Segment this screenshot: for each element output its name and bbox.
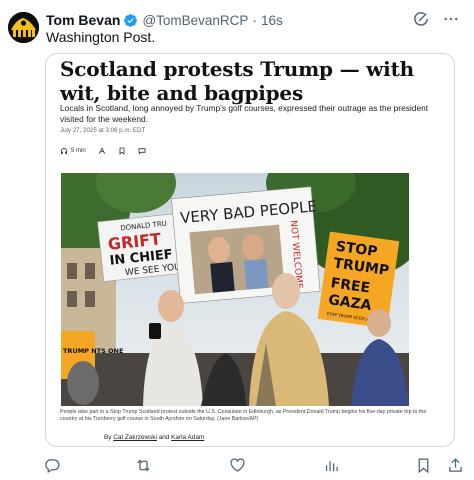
avatar[interactable]: [8, 12, 39, 43]
article-date: July 27, 2025 at 3:06 p.m. EDT: [60, 127, 146, 134]
verified-badge-icon: [124, 13, 138, 27]
separator-dot: ·: [252, 12, 257, 28]
author-link-1[interactable]: Cat Zakrzewski: [113, 434, 157, 441]
author-link-2[interactable]: Karla Adam: [171, 434, 204, 441]
gift-share-icon[interactable]: [98, 147, 106, 155]
like-icon[interactable]: [229, 457, 246, 474]
author-handle[interactable]: @TomBevanRCP: [142, 13, 248, 28]
repost-icon[interactable]: [135, 457, 152, 474]
article-toolbar: 5 min: [60, 147, 146, 155]
timestamp[interactable]: 16s: [261, 13, 283, 28]
tweet-header: Tom Bevan @TomBevanRCP · 16s: [46, 10, 460, 30]
article-card[interactable]: Scotland protests Trump — with wit, bite…: [45, 53, 455, 447]
listen-button[interactable]: 5 min: [60, 147, 86, 155]
byline-and: and: [158, 434, 170, 441]
article-dek: Locals in Scotland, long annoyed by Trum…: [60, 103, 429, 124]
sign-bottom-left-text: TRUMP NTS ONE: [63, 347, 123, 355]
byline-prefix: By: [104, 434, 112, 441]
photo-caption: People take part in a Stop Trump Scotlan…: [60, 409, 427, 423]
grok-icon[interactable]: [412, 10, 430, 28]
headphones-icon: [60, 147, 68, 154]
article-headline: Scotland protests Trump — with wit, bite…: [60, 57, 414, 105]
share-icon[interactable]: [447, 457, 464, 474]
article-photo: DONALD TRU GRIFT IN CHIEF WE SEE YOU VER…: [61, 173, 409, 406]
read-time: 5 min: [71, 148, 86, 154]
avatar-logo: [8, 12, 39, 43]
comment-icon[interactable]: [138, 147, 146, 155]
reply-icon[interactable]: [44, 457, 61, 474]
author-name[interactable]: Tom Bevan: [46, 12, 120, 28]
more-icon[interactable]: [442, 10, 460, 28]
views-icon[interactable]: [323, 457, 340, 474]
bookmark-icon[interactable]: [415, 457, 432, 474]
bookmark-article-icon[interactable]: [118, 147, 126, 155]
action-bar: [44, 457, 464, 477]
tweet-text: Washington Post.: [46, 29, 156, 45]
article-byline: By Cat Zakrzewski and Karla Adam: [104, 434, 204, 441]
